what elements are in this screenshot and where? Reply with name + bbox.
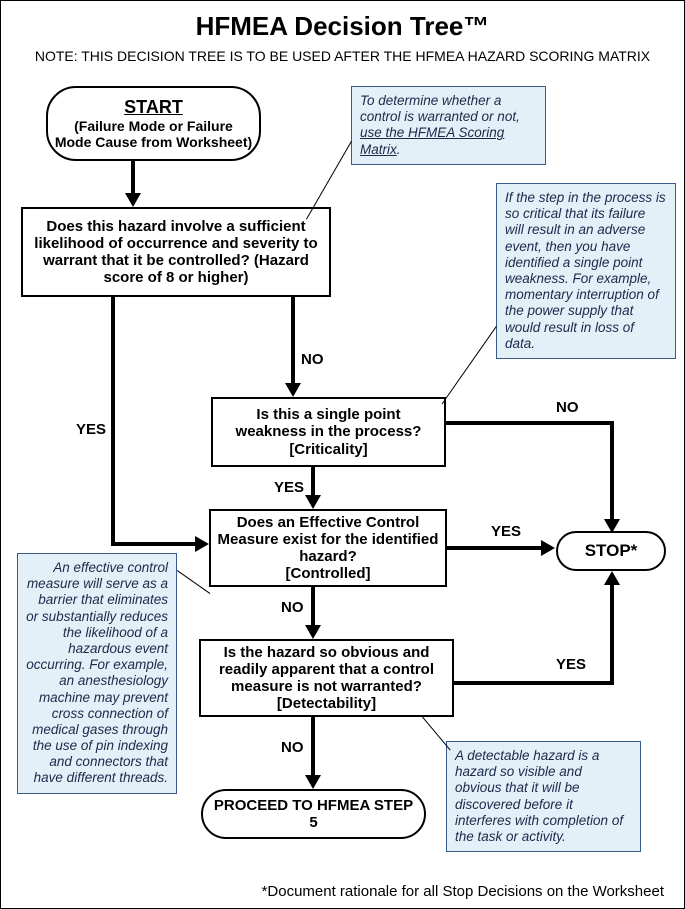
q4-text-a: Is the hazard so obvious and readily app… <box>207 644 446 696</box>
connector-q4-note4 <box>421 715 451 750</box>
q3-text-a: Does an Effective Control Measure exist … <box>217 514 439 566</box>
note-detectable-hazard: A detectable hazard is a hazard so visib… <box>446 741 641 852</box>
note3-text: An effective control measure will serve … <box>26 560 168 785</box>
connector-note3-q3 <box>177 570 210 594</box>
note-effective-control: An effective control measure will serve … <box>17 553 177 794</box>
label-q4-yes: YES <box>556 656 586 673</box>
edge-q3-no-v <box>311 587 315 627</box>
edge-q1-yes-v <box>111 297 115 542</box>
q2-text-b: [Criticality] <box>289 441 367 458</box>
arrow-q4-yes <box>604 571 620 585</box>
note1-text-c: . <box>397 142 401 157</box>
arrow-q4-no <box>305 775 321 789</box>
node-proceed: PROCEED TO HFMEA STEP 5 <box>201 789 426 839</box>
arrow-q3-yes <box>541 540 555 556</box>
diagram-page: HFMEA Decision Tree™ NOTE: THIS DECISION… <box>0 0 685 909</box>
arrow-start-q1 <box>125 193 141 207</box>
node-start: START (Failure Mode or Failure Mode Caus… <box>46 86 261 161</box>
edge-q4-no-v <box>311 717 315 777</box>
note1-text-a: To determine whether a control is warran… <box>360 93 520 124</box>
q4-text-b: [Detectability] <box>277 695 376 712</box>
label-q2-no: NO <box>556 399 579 416</box>
node-q2-criticality: Is this a single point weakness in the p… <box>211 397 446 467</box>
footer-note: *Document rationale for all Stop Decisio… <box>262 883 664 900</box>
stop-text: STOP* <box>585 541 638 561</box>
note4-text: A detectable hazard is a hazard so visib… <box>455 748 623 844</box>
note-single-point-weakness: If the step in the process is so critica… <box>496 183 676 359</box>
start-sub: (Failure Mode or Failure Mode Cause from… <box>54 118 253 150</box>
edge-q3-yes-h <box>447 546 543 550</box>
q2-text-a: Is this a single point weakness in the p… <box>219 406 438 441</box>
edge-q2-no-v <box>610 421 614 521</box>
node-q1-likelihood-severity: Does this hazard involve a sufficient li… <box>21 207 331 297</box>
arrow-q1-no <box>285 383 301 397</box>
edge-start-q1 <box>131 161 135 195</box>
arrow-q2-yes <box>305 495 321 509</box>
note1-link: use the HFMEA Scoring Matrix <box>360 125 504 156</box>
start-head: START <box>124 97 183 118</box>
label-q3-no: NO <box>281 599 304 616</box>
label-q1-yes: YES <box>76 421 106 438</box>
arrow-q3-no <box>305 625 321 639</box>
label-q1-no: NO <box>301 351 324 368</box>
label-q4-no: NO <box>281 739 304 756</box>
edge-q2-no-h <box>446 421 614 425</box>
proceed-text: PROCEED TO HFMEA STEP 5 <box>209 797 418 832</box>
edge-q2-yes-v <box>311 467 315 497</box>
note2-text: If the step in the process is so critica… <box>505 190 666 351</box>
page-subtitle: NOTE: THIS DECISION TREE IS TO BE USED A… <box>1 48 684 64</box>
edge-q4-yes-v <box>610 583 614 685</box>
arrow-q1-yes <box>195 536 209 552</box>
page-title: HFMEA Decision Tree™ <box>1 11 684 42</box>
edge-q1-no-v <box>291 297 295 385</box>
node-q4-detectability: Is the hazard so obvious and readily app… <box>199 639 454 717</box>
q1-text: Does this hazard involve a sufficient li… <box>29 218 323 287</box>
q3-text-b: [Controlled] <box>286 565 371 582</box>
node-stop: STOP* <box>556 531 666 571</box>
node-q3-controlled: Does an Effective Control Measure exist … <box>209 509 447 587</box>
connector-note2-q2 <box>442 326 497 404</box>
edge-q4-yes-h <box>454 681 614 685</box>
label-q2-yes: YES <box>274 479 304 496</box>
edge-q1-yes-h <box>111 542 197 546</box>
note-control-warranted: To determine whether a control is warran… <box>351 86 546 165</box>
label-q3-yes: YES <box>491 523 521 540</box>
